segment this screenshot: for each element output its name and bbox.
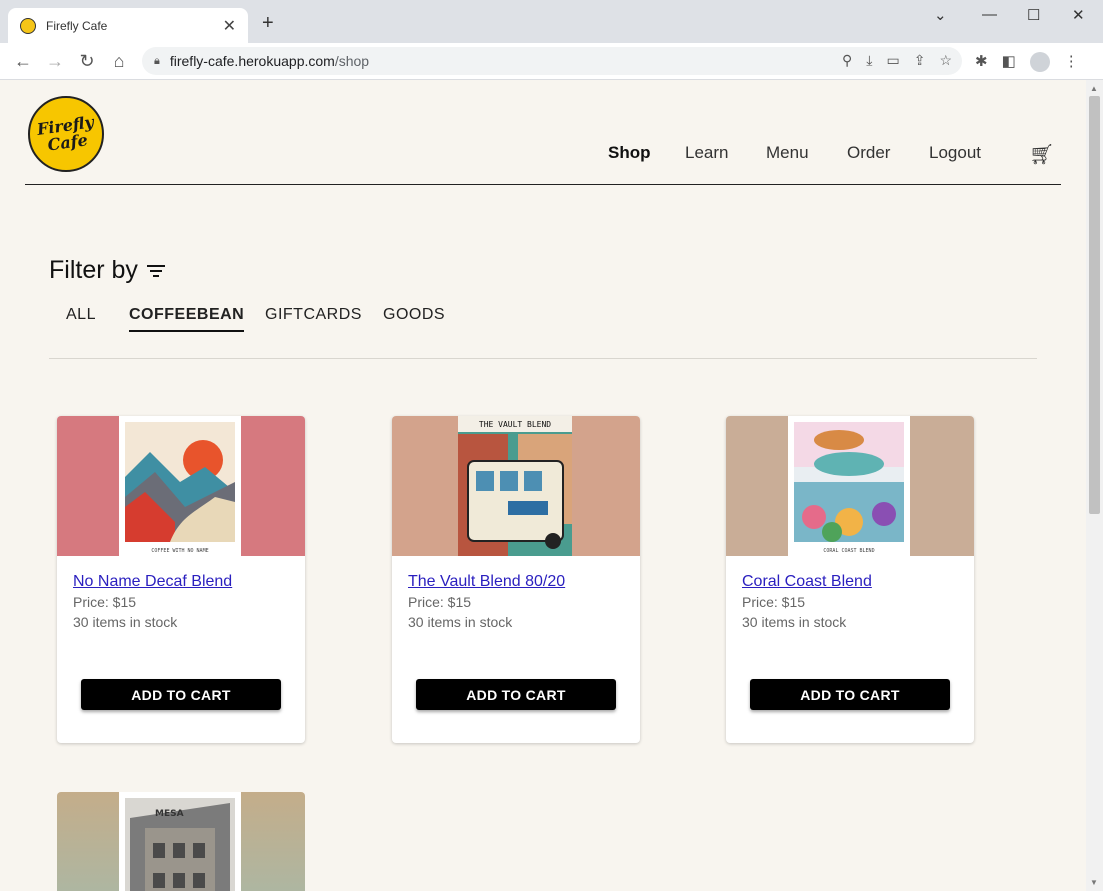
product-stock: 30 items in stock — [408, 614, 513, 630]
add-to-cart-button[interactable]: ADD TO CART — [81, 679, 281, 710]
bag-artwork — [794, 422, 904, 542]
tab-title: Firefly Cafe — [46, 18, 108, 33]
back-icon[interactable]: ← — [12, 51, 34, 72]
product-name-link[interactable]: Coral Coast Blend — [742, 573, 872, 591]
cart-icon[interactable]: 🛒︎ — [1029, 142, 1054, 167]
logo[interactable]: Firefly Cafe — [28, 96, 104, 172]
install-icon[interactable]: ⤓ — [866, 52, 872, 69]
card-icon[interactable]: ▭ — [886, 52, 899, 69]
extensions-icon[interactable]: ✱ — [975, 52, 988, 72]
coffee-bag[interactable]: MESA — [119, 792, 241, 891]
scroll-up-icon[interactable]: ▲ — [1090, 84, 1098, 93]
bag-artwork — [125, 422, 235, 542]
product-name-link[interactable]: No Name Decaf Blend — [73, 573, 232, 591]
product-image[interactable]: COFFEE WITH NO NAME — [57, 416, 305, 556]
product-name-link[interactable]: The Vault Blend 80/20 — [408, 573, 565, 591]
product-price: Price: $15 — [73, 594, 137, 610]
bag-label: MESA — [155, 809, 184, 819]
url-path: /shop — [334, 53, 370, 69]
browser-tabstrip: Firefly Cafe ✕ + ⌄ — ☐ ✕ — [0, 0, 1103, 43]
header-divider — [25, 184, 1061, 185]
product-price: Price: $15 — [408, 594, 472, 610]
tab-coffeebean[interactable]: COFFEEBEAN — [129, 306, 245, 332]
share-icon[interactable]: ⇪ — [914, 52, 926, 69]
bag-label: THE VAULT BLEND — [479, 420, 551, 429]
nav-order[interactable]: Order — [847, 143, 890, 163]
window-close-icon[interactable]: ✕ — [1072, 6, 1085, 24]
logo-text: Cafe — [45, 130, 89, 155]
bag-artwork: THE VAULT BLEND — [458, 416, 572, 556]
product-price: Price: $15 — [742, 594, 806, 610]
filter-divider — [49, 358, 1037, 359]
bag-artwork: MESA — [125, 798, 235, 891]
browser-tab[interactable]: Firefly Cafe ✕ — [8, 8, 248, 43]
new-tab-icon[interactable]: + — [262, 12, 274, 35]
product-image[interactable]: CORAL COAST BLEND — [726, 416, 974, 556]
scroll-down-icon[interactable]: ▼ — [1090, 878, 1098, 887]
favicon-icon — [20, 17, 36, 34]
add-to-cart-button[interactable]: ADD TO CART — [416, 679, 616, 710]
product-card: MESA — [57, 792, 305, 891]
product-card: CORAL COAST BLEND Coral Coast Blend Pric… — [726, 416, 974, 743]
chevron-down-icon[interactable]: ⌄ — [934, 6, 947, 24]
scrollbar[interactable]: ▲ ▼ — [1086, 80, 1103, 891]
nav-shop[interactable]: Shop — [608, 143, 651, 163]
product-stock: 30 items in stock — [73, 614, 178, 630]
zoom-icon[interactable]: ⚲ — [842, 52, 852, 69]
tab-giftcards[interactable]: GIFTCARDS — [265, 306, 362, 330]
forward-icon[interactable]: → — [44, 51, 66, 72]
scrollbar-thumb[interactable] — [1089, 96, 1100, 514]
bag-label: CORAL COAST BLEND — [823, 548, 875, 554]
reload-icon[interactable]: ↻ — [76, 51, 98, 72]
coffee-bag: COFFEE WITH NO NAME — [119, 416, 241, 556]
filter-heading: Filter by — [49, 256, 166, 285]
star-icon[interactable]: ☆ — [939, 52, 952, 69]
page-content: Firefly Cafe Shop Learn Menu Order Logout… — [0, 80, 1086, 891]
filter-icon[interactable] — [146, 262, 166, 280]
url-field[interactable]: 🔒︎ firefly-cafe.herokuapp.com/shop ⚲ ⤓ ▭… — [142, 47, 962, 75]
bag-label: COFFEE WITH NO NAME — [151, 548, 209, 554]
product-stock: 30 items in stock — [742, 614, 847, 630]
sidepanel-icon[interactable]: ◧ — [1002, 52, 1016, 72]
product-card: COFFEE WITH NO NAME No Name Decaf Blend … — [57, 416, 305, 743]
filter-title: Filter by — [49, 256, 138, 284]
nav-learn[interactable]: Learn — [685, 143, 728, 163]
close-icon[interactable]: ✕ — [223, 16, 236, 36]
url-host: firefly-cafe.herokuapp.com — [169, 53, 335, 69]
lock-icon: 🔒︎ — [154, 54, 160, 67]
minimize-icon[interactable]: — — [982, 6, 997, 23]
coffee-bag: CORAL COAST BLEND — [788, 416, 910, 556]
product-card: THE VAULT BLEND The Vault Blend 80/20 Pr… — [392, 416, 640, 743]
tab-all[interactable]: ALL — [66, 306, 96, 330]
coffee-bag: THE VAULT BLEND — [458, 416, 572, 556]
maximize-icon[interactable]: ☐ — [1027, 6, 1040, 24]
address-bar-row: ← → ↻ ⌂ 🔒︎ firefly-cafe.herokuapp.com/sh… — [0, 43, 1103, 80]
add-to-cart-button[interactable]: ADD TO CART — [750, 679, 950, 710]
nav-logout[interactable]: Logout — [929, 143, 981, 163]
avatar[interactable] — [1029, 52, 1050, 72]
product-image[interactable]: THE VAULT BLEND — [392, 416, 640, 556]
tab-goods[interactable]: GOODS — [383, 306, 445, 330]
nav-menu[interactable]: Menu — [766, 143, 809, 163]
home-icon[interactable]: ⌂ — [108, 51, 130, 72]
menu-icon[interactable]: ⋮ — [1064, 52, 1079, 72]
